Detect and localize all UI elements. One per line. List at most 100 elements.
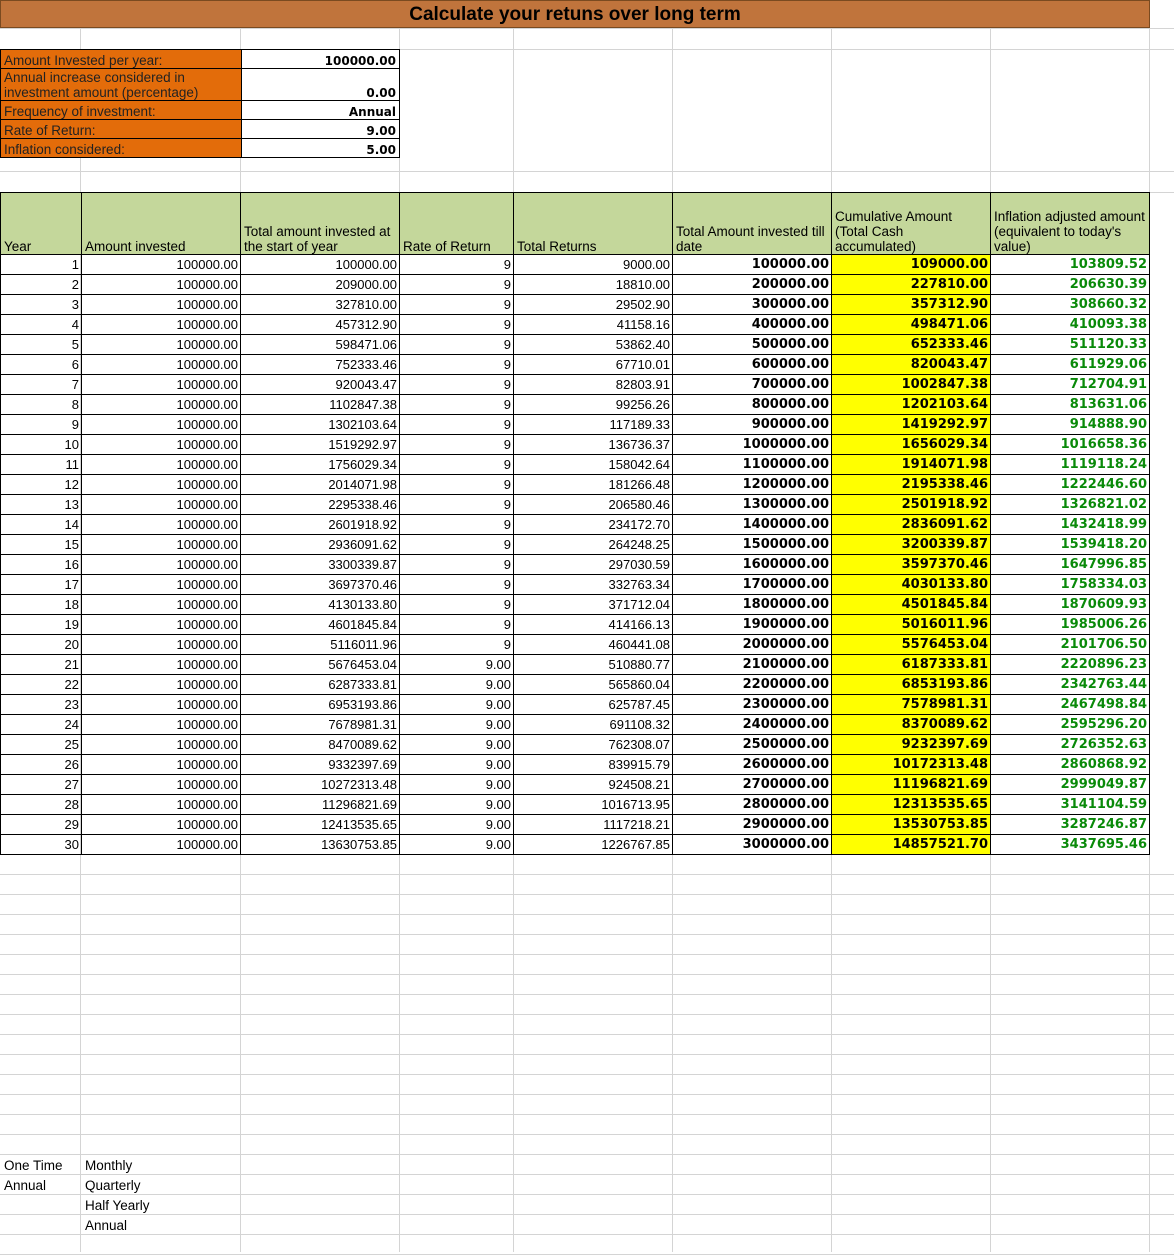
- inflation-adjusted-cell[interactable]: 103809.52: [990, 254, 1150, 275]
- year-cell[interactable]: 9: [0, 414, 82, 435]
- amount-cell[interactable]: 100000.00: [81, 634, 241, 655]
- start-total-cell[interactable]: 1756029.34: [240, 454, 400, 475]
- year-cell[interactable]: 17: [0, 574, 82, 595]
- amount-cell[interactable]: 100000.00: [81, 254, 241, 275]
- returns-cell[interactable]: 234172.70: [513, 514, 673, 535]
- inflation-adjusted-cell[interactable]: 3287246.87: [990, 814, 1150, 835]
- start-total-cell[interactable]: 100000.00: [240, 254, 400, 275]
- returns-cell[interactable]: 41158.16: [513, 314, 673, 335]
- invested-till-date-cell[interactable]: 100000.00: [672, 254, 832, 275]
- returns-cell[interactable]: 136736.37: [513, 434, 673, 455]
- inflation-adjusted-cell[interactable]: 2860868.92: [990, 754, 1150, 775]
- year-cell[interactable]: 12: [0, 474, 82, 495]
- year-cell[interactable]: 16: [0, 554, 82, 575]
- inflation-adjusted-cell[interactable]: 611929.06: [990, 354, 1150, 375]
- amount-cell[interactable]: 100000.00: [81, 534, 241, 555]
- returns-cell[interactable]: 206580.46: [513, 494, 673, 515]
- returns-cell[interactable]: 53862.40: [513, 334, 673, 355]
- start-total-cell[interactable]: 4601845.84: [240, 614, 400, 635]
- invested-till-date-cell[interactable]: 3000000.00: [672, 834, 832, 855]
- rate-cell[interactable]: 9: [399, 554, 514, 575]
- returns-cell[interactable]: 9000.00: [513, 254, 673, 275]
- invested-till-date-cell[interactable]: 2100000.00: [672, 654, 832, 675]
- inflation-adjusted-cell[interactable]: 2595296.20: [990, 714, 1150, 735]
- amount-cell[interactable]: 100000.00: [81, 674, 241, 695]
- rate-cell[interactable]: 9.00: [399, 814, 514, 835]
- returns-cell[interactable]: 297030.59: [513, 554, 673, 575]
- cumulative-cell[interactable]: 8370089.62: [831, 714, 991, 735]
- year-cell[interactable]: 27: [0, 774, 82, 795]
- returns-cell[interactable]: 460441.08: [513, 634, 673, 655]
- amount-cell[interactable]: 100000.00: [81, 274, 241, 295]
- start-total-cell[interactable]: 5676453.04: [240, 654, 400, 675]
- cumulative-cell[interactable]: 652333.46: [831, 334, 991, 355]
- year-cell[interactable]: 30: [0, 834, 82, 855]
- year-cell[interactable]: 26: [0, 754, 82, 775]
- amount-cell[interactable]: 100000.00: [81, 514, 241, 535]
- year-cell[interactable]: 10: [0, 434, 82, 455]
- inflation-adjusted-cell[interactable]: 2220896.23: [990, 654, 1150, 675]
- rate-cell[interactable]: 9: [399, 614, 514, 635]
- amount-cell[interactable]: 100000.00: [81, 414, 241, 435]
- invested-till-date-cell[interactable]: 2700000.00: [672, 774, 832, 795]
- amount-cell[interactable]: 100000.00: [81, 454, 241, 475]
- cumulative-cell[interactable]: 1914071.98: [831, 454, 991, 475]
- cumulative-cell[interactable]: 109000.00: [831, 254, 991, 275]
- cumulative-cell[interactable]: 1656029.34: [831, 434, 991, 455]
- amount-cell[interactable]: 100000.00: [81, 474, 241, 495]
- param-value[interactable]: 0.00: [241, 68, 400, 101]
- cumulative-cell[interactable]: 498471.06: [831, 314, 991, 335]
- year-cell[interactable]: 18: [0, 594, 82, 615]
- year-cell[interactable]: 7: [0, 374, 82, 395]
- returns-cell[interactable]: 1117218.21: [513, 814, 673, 835]
- rate-cell[interactable]: 9.00: [399, 834, 514, 855]
- start-total-cell[interactable]: 2936091.62: [240, 534, 400, 555]
- amount-cell[interactable]: 100000.00: [81, 334, 241, 355]
- param-value[interactable]: 5.00: [241, 138, 400, 158]
- amount-cell[interactable]: 100000.00: [81, 694, 241, 715]
- rate-cell[interactable]: 9: [399, 514, 514, 535]
- cumulative-cell[interactable]: 14857521.70: [831, 834, 991, 855]
- cumulative-cell[interactable]: 5016011.96: [831, 614, 991, 635]
- start-total-cell[interactable]: 209000.00: [240, 274, 400, 295]
- invested-till-date-cell[interactable]: 1300000.00: [672, 494, 832, 515]
- amount-cell[interactable]: 100000.00: [81, 834, 241, 855]
- rate-cell[interactable]: 9.00: [399, 754, 514, 775]
- returns-cell[interactable]: 1226767.85: [513, 834, 673, 855]
- returns-cell[interactable]: 762308.07: [513, 734, 673, 755]
- cumulative-cell[interactable]: 3597370.46: [831, 554, 991, 575]
- cumulative-cell[interactable]: 1419292.97: [831, 414, 991, 435]
- invested-till-date-cell[interactable]: 300000.00: [672, 294, 832, 315]
- rate-cell[interactable]: 9: [399, 254, 514, 275]
- rate-cell[interactable]: 9: [399, 414, 514, 435]
- inflation-adjusted-cell[interactable]: 2999049.87: [990, 774, 1150, 795]
- cumulative-cell[interactable]: 227810.00: [831, 274, 991, 295]
- returns-cell[interactable]: 414166.13: [513, 614, 673, 635]
- cumulative-cell[interactable]: 3200339.87: [831, 534, 991, 555]
- inflation-adjusted-cell[interactable]: 1758334.03: [990, 574, 1150, 595]
- returns-cell[interactable]: 510880.77: [513, 654, 673, 675]
- invested-till-date-cell[interactable]: 2300000.00: [672, 694, 832, 715]
- invested-till-date-cell[interactable]: 1800000.00: [672, 594, 832, 615]
- rate-cell[interactable]: 9: [399, 334, 514, 355]
- amount-cell[interactable]: 100000.00: [81, 734, 241, 755]
- invested-till-date-cell[interactable]: 800000.00: [672, 394, 832, 415]
- invested-till-date-cell[interactable]: 2800000.00: [672, 794, 832, 815]
- rate-cell[interactable]: 9.00: [399, 794, 514, 815]
- returns-cell[interactable]: 565860.04: [513, 674, 673, 695]
- returns-cell[interactable]: 99256.26: [513, 394, 673, 415]
- start-total-cell[interactable]: 10272313.48: [240, 774, 400, 795]
- year-cell[interactable]: 11: [0, 454, 82, 475]
- year-cell[interactable]: 25: [0, 734, 82, 755]
- cumulative-cell[interactable]: 2195338.46: [831, 474, 991, 495]
- start-total-cell[interactable]: 7678981.31: [240, 714, 400, 735]
- invested-till-date-cell[interactable]: 1100000.00: [672, 454, 832, 475]
- start-total-cell[interactable]: 2295338.46: [240, 494, 400, 515]
- invested-till-date-cell[interactable]: 2500000.00: [672, 734, 832, 755]
- rate-cell[interactable]: 9: [399, 534, 514, 555]
- cumulative-cell[interactable]: 9232397.69: [831, 734, 991, 755]
- inflation-adjusted-cell[interactable]: 914888.90: [990, 414, 1150, 435]
- cumulative-cell[interactable]: 2501918.92: [831, 494, 991, 515]
- rate-cell[interactable]: 9.00: [399, 734, 514, 755]
- amount-cell[interactable]: 100000.00: [81, 714, 241, 735]
